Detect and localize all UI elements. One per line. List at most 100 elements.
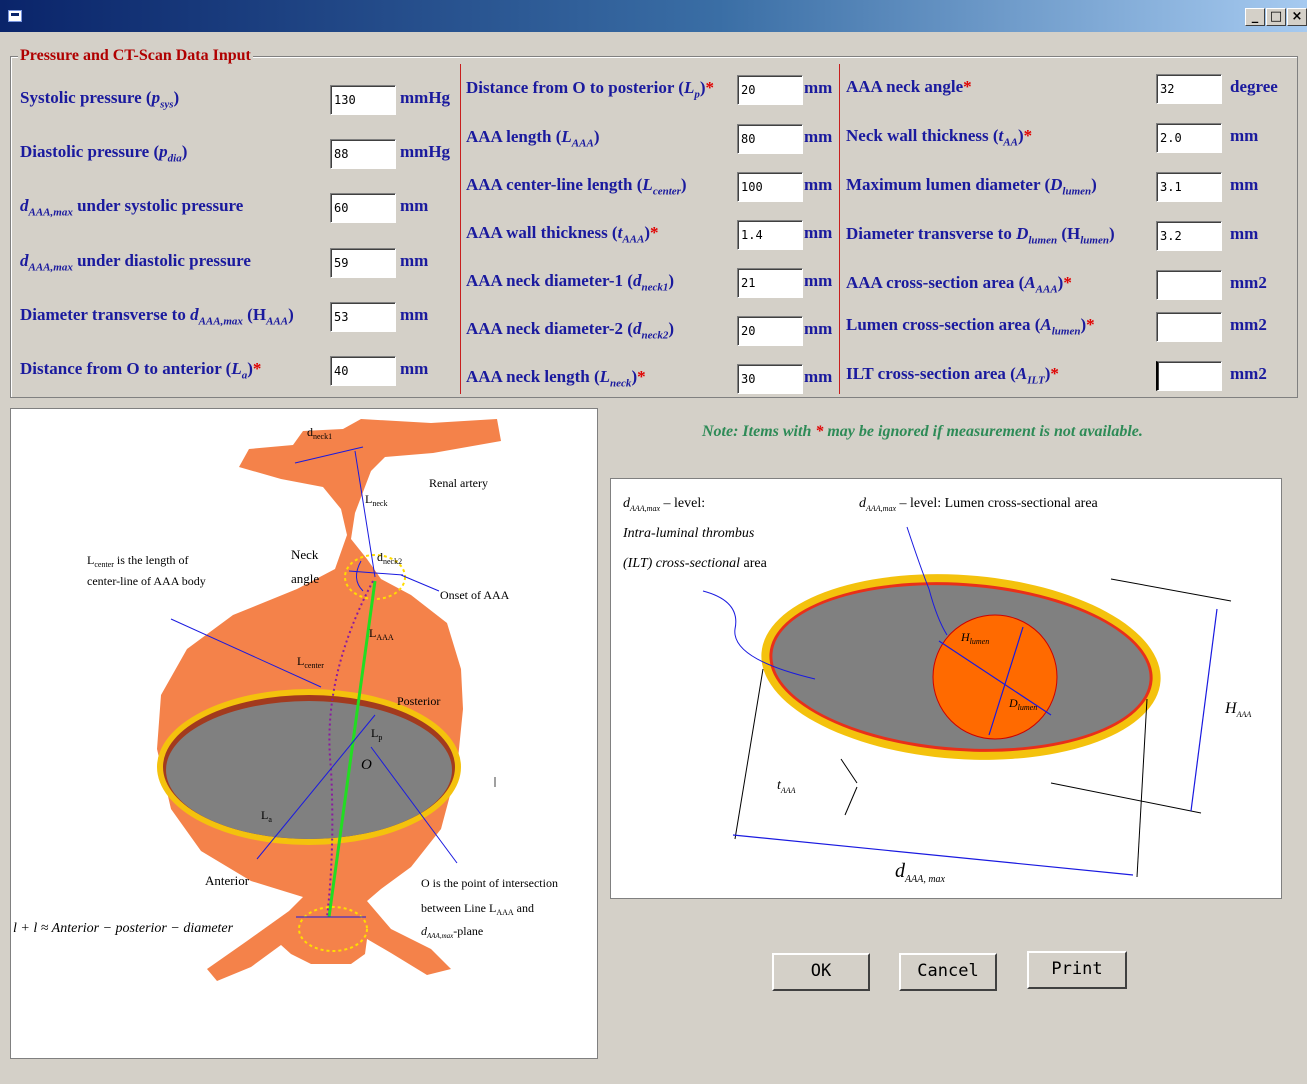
field-label-col3-4: Diameter transverse to Dlumen (Hlumen) xyxy=(846,224,1115,246)
field-input-col3-5[interactable] xyxy=(1156,270,1222,300)
label-tail: (H xyxy=(1057,224,1081,243)
label-tail: under systolic pressure xyxy=(72,196,244,215)
ilt-label-line2: Intra-luminal thrombus xyxy=(622,526,755,541)
label-subscript: AAA xyxy=(571,137,594,150)
print-button[interactable]: Print xyxy=(1027,951,1127,989)
aneurysm-diagram: dneck1 Renal artery Lneck Neck angle dne… xyxy=(13,419,558,981)
center-desc-line2: center-line of AAA body xyxy=(87,574,206,588)
field-unit-col1-3: mm xyxy=(400,196,429,215)
label-renal-artery: Renal artery xyxy=(429,476,488,490)
label-tail-2: ) xyxy=(1108,224,1115,243)
label-onset: Onset of AAA xyxy=(440,588,510,602)
field-unit-col2-5: mm xyxy=(804,271,833,290)
field-input-col2-6[interactable] xyxy=(737,316,803,346)
cross-section-diagram-panel: dAAA,max – level: Intra-luminal thrombus… xyxy=(610,478,1282,899)
label-symbol: L xyxy=(561,127,572,146)
label-subscript: AAA,max xyxy=(198,315,243,328)
field-label-col1-5: Diameter transverse to dAAA,max (HAAA) xyxy=(20,305,294,327)
label-symbol: L xyxy=(683,78,695,97)
label-subscript: dia xyxy=(167,152,182,165)
label-tail: ) xyxy=(1091,175,1097,194)
required-star: * xyxy=(1063,273,1072,292)
cross-section-diagram: dAAA,max – level: Intra-luminal thrombus… xyxy=(622,496,1251,885)
field-input-col1-4[interactable] xyxy=(330,248,396,278)
label-symbol: p xyxy=(159,142,168,161)
restore-button[interactable]: □ xyxy=(1266,8,1286,26)
field-label-col1-1: Systolic pressure (psys) xyxy=(20,88,179,110)
label-text: Maximum lumen diameter ( xyxy=(846,175,1051,194)
field-unit-col3-3: mm xyxy=(1230,175,1259,194)
field-input-col2-1[interactable] xyxy=(737,75,803,105)
field-input-col1-1[interactable] xyxy=(330,85,396,115)
label-symbol: d xyxy=(20,251,29,270)
field-input-col2-4[interactable] xyxy=(737,220,803,250)
field-input-col1-5[interactable] xyxy=(330,302,396,332)
field-unit-col3-4: mm xyxy=(1230,224,1259,243)
label-text: AAA center-line length ( xyxy=(466,175,643,194)
field-label-col3-5: AAA cross-section area (AAAA)* xyxy=(846,273,1072,295)
field-label-col3-6: Lumen cross-section area (Alumen)* xyxy=(846,315,1095,337)
label-subscript: AAA,max xyxy=(28,206,73,219)
label-text: AAA length ( xyxy=(466,127,562,146)
label-tail: under diastolic pressure xyxy=(72,251,251,270)
field-unit-col1-4: mm xyxy=(400,251,429,270)
label-tail: ) xyxy=(680,175,687,194)
field-input-col1-6[interactable] xyxy=(330,356,396,386)
label-text: AAA neck diameter-1 ( xyxy=(466,271,633,290)
field-input-col2-7[interactable] xyxy=(737,364,803,394)
required-star: * xyxy=(963,77,972,96)
label-symbol: A xyxy=(1015,364,1028,383)
field-label-col2-1: Distance from O to posterior (Lp)* xyxy=(466,78,714,100)
field-input-col3-4[interactable] xyxy=(1156,221,1222,251)
field-input-col3-2[interactable] xyxy=(1156,123,1222,153)
label-subscript: AAA xyxy=(1035,283,1058,296)
field-input-col1-2[interactable] xyxy=(330,139,396,169)
field-unit-col2-3: mm xyxy=(804,175,833,194)
label-d-aaa-max: dAAA, max xyxy=(895,860,946,885)
ok-button[interactable]: OK xyxy=(772,953,870,991)
label-neck-angle-1: Neck xyxy=(291,547,319,562)
label-subscript: neck1 xyxy=(641,281,669,294)
label-anterior: Anterior xyxy=(205,873,250,888)
minimize-button[interactable]: _ xyxy=(1245,8,1265,26)
label-text: Diameter transverse to xyxy=(20,305,191,324)
app-icon[interactable] xyxy=(8,10,22,22)
field-input-col3-3[interactable] xyxy=(1156,172,1222,202)
field-label-col1-6: Distance from O to anterior (La)* xyxy=(20,359,261,381)
field-unit-col2-4: mm xyxy=(804,223,833,242)
required-star: * xyxy=(1023,126,1033,145)
close-button[interactable]: × xyxy=(1287,8,1307,26)
label-subscript-2: AAA xyxy=(266,315,289,328)
label-text: ILT cross-section area ( xyxy=(846,364,1016,383)
label-subscript-2: lumen xyxy=(1080,234,1109,247)
field-input-col2-2[interactable] xyxy=(737,124,803,154)
field-input-col2-3[interactable] xyxy=(737,172,803,202)
field-label-col2-2: AAA length (LAAA) xyxy=(466,127,599,149)
field-unit-col3-7: mm2 xyxy=(1230,364,1267,383)
label-text: Distance from O to posterior ( xyxy=(466,78,684,97)
label-posterior: Posterior xyxy=(397,694,440,708)
cancel-button[interactable]: Cancel xyxy=(899,953,997,991)
field-input-col3-1[interactable] xyxy=(1156,74,1222,104)
field-input-col3-6[interactable] xyxy=(1156,312,1222,342)
ilt-label-line1: dAAA,max – level: xyxy=(623,496,705,513)
label-symbol: A xyxy=(1024,273,1036,292)
label-tail: ) xyxy=(668,319,675,338)
label-symbol: L xyxy=(231,359,242,378)
label-subscript: lumen xyxy=(1062,185,1092,198)
column-divider-1 xyxy=(460,64,461,394)
label-subscript: lumen xyxy=(1051,325,1081,338)
lumen-circle xyxy=(932,614,1058,740)
label-symbol: p xyxy=(151,88,161,107)
field-unit-col3-5: mm2 xyxy=(1230,273,1267,292)
label-neck-angle-2: angle xyxy=(291,571,319,586)
field-input-col2-5[interactable] xyxy=(737,268,803,298)
field-input-col1-3[interactable] xyxy=(330,193,396,223)
field-input-col3-7[interactable] xyxy=(1156,361,1222,391)
field-unit-col1-6: mm xyxy=(400,359,429,378)
label-subscript: neck xyxy=(610,377,632,390)
label-subscript: ILT xyxy=(1027,374,1045,387)
label-text: AAA neck diameter-2 ( xyxy=(466,319,633,338)
column-divider-2 xyxy=(839,64,840,394)
label-symbol: L xyxy=(599,367,611,386)
